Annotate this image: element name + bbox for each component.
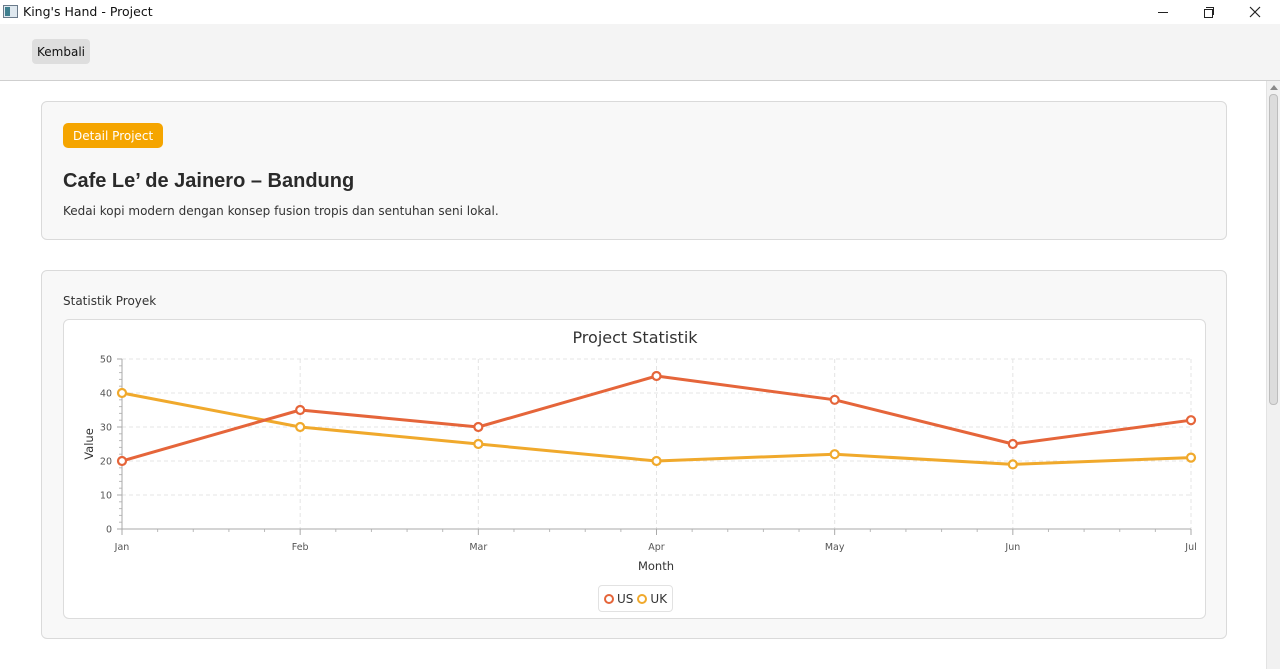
project-stats-card: Statistik Proyek Project Statistik 0 10 20… xyxy=(41,270,1227,639)
data-point-uk[interactable] xyxy=(651,455,662,467)
back-button[interactable]: Kembali xyxy=(32,39,90,64)
chart-title: Project Statistik xyxy=(572,328,698,347)
window-title: King's Hand - Project xyxy=(23,4,153,19)
scroll-thumb[interactable] xyxy=(1269,94,1278,405)
x-tick-label: Apr xyxy=(648,542,665,553)
x-tick-label: Mar xyxy=(469,542,487,553)
project-title: Cafe Le’ de Jainero – Bandung xyxy=(63,170,355,192)
x-tick-label: Jun xyxy=(1004,542,1020,553)
data-point-us[interactable] xyxy=(295,404,306,416)
chart-svg: Project Statistik 0 10 20 30 40 50 Jan Feb Mar Ap… xyxy=(82,328,1197,573)
y-tick-label: 30 xyxy=(100,423,112,434)
x-tick-label: Jan xyxy=(114,542,130,553)
data-point-us[interactable] xyxy=(651,370,662,382)
data-point-us[interactable] xyxy=(1185,415,1197,426)
y-tick-label: 0 xyxy=(106,525,112,536)
scroll-content: Detail Project Cafe Le’ de Jainero – Ban… xyxy=(0,81,1266,669)
legend-item-us[interactable]: US xyxy=(604,592,633,606)
minimize-icon xyxy=(1158,11,1168,13)
project-description: Kedai kopi modern dengan konsep fusion t… xyxy=(63,204,499,218)
legend-label-uk: UK xyxy=(650,591,668,606)
data-point-uk[interactable] xyxy=(295,421,306,433)
restore-button[interactable] xyxy=(1186,0,1232,24)
legend-label-us: US xyxy=(617,591,634,606)
data-point-uk[interactable] xyxy=(473,438,484,450)
toolbar: Kembali xyxy=(0,24,1280,81)
x-tick-label: Jul xyxy=(1184,542,1196,553)
x-tick-label: May xyxy=(825,542,845,553)
y-tick-label: 40 xyxy=(100,389,112,400)
y-axis-title: Value xyxy=(82,428,96,460)
data-point-us[interactable] xyxy=(1007,438,1018,450)
stats-label: Statistik Proyek xyxy=(63,294,157,308)
data-point-us[interactable] xyxy=(829,394,840,405)
legend-item-uk[interactable]: UK xyxy=(637,592,667,606)
data-point-uk[interactable] xyxy=(116,387,128,399)
data-point-uk[interactable] xyxy=(829,449,840,460)
chart-grid xyxy=(122,358,1192,529)
chart-legend: US UK xyxy=(598,585,674,612)
x-tick-label: Feb xyxy=(292,542,309,553)
y-tick-label: 20 xyxy=(100,457,112,468)
data-point-uk[interactable] xyxy=(1007,459,1018,470)
legend-marker-us xyxy=(604,593,614,604)
close-icon xyxy=(1249,6,1261,18)
y-tick-label: 10 xyxy=(100,491,112,502)
line-chart: Project Statistik 0 10 20 30 40 50 Jan Feb Mar Ap… xyxy=(63,319,1206,619)
x-axis-title: Month xyxy=(638,559,674,573)
data-point-uk[interactable] xyxy=(1185,452,1197,463)
restore-icon xyxy=(1204,7,1214,18)
data-point-us[interactable] xyxy=(473,421,484,433)
legend-marker-uk xyxy=(637,593,648,604)
scroll-up-arrow-icon[interactable] xyxy=(1270,85,1278,90)
project-detail-card: Detail Project Cafe Le’ de Jainero – Ban… xyxy=(41,101,1227,240)
data-point-us[interactable] xyxy=(116,455,128,467)
vertical-scrollbar[interactable] xyxy=(1266,81,1280,669)
close-button[interactable] xyxy=(1232,0,1278,24)
detail-project-badge[interactable]: Detail Project xyxy=(63,123,164,148)
app-icon xyxy=(3,5,18,18)
chart-axes: 0 10 20 30 40 50 Jan Feb Mar Apr May Jun Jul xyxy=(100,355,1197,554)
y-tick-label: 50 xyxy=(100,355,112,366)
minimize-button[interactable] xyxy=(1140,0,1186,24)
title-bar: King's Hand - Project xyxy=(0,0,1280,24)
